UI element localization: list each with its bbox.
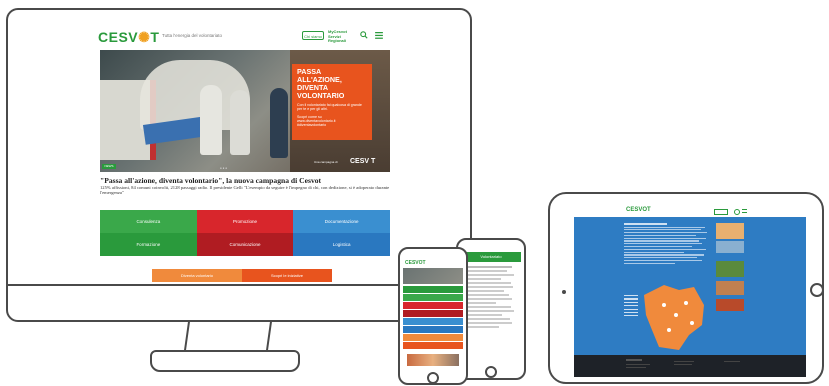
phone-menu-bars [403, 286, 463, 350]
tablet-side-image[interactable] [716, 261, 744, 277]
campaign-title: PASSA ALL'AZIONE, DIVENTA VOLONTARIO [297, 67, 345, 100]
search-icon[interactable] [734, 209, 740, 215]
tablet-header: CESVOT [574, 205, 806, 217]
phone-bar[interactable] [403, 294, 463, 301]
mycesvot-button[interactable]: MyCesvot Servizi Regionali [328, 29, 356, 44]
site-tagline: Tutta l'energia del volontariato [162, 33, 222, 38]
phone-left-screen: CESVOT [403, 258, 463, 368]
hamburger-menu-icon[interactable] [742, 209, 747, 213]
phone-left-logo[interactable]: CESVOT [405, 260, 426, 266]
tablet-side-image[interactable] [716, 241, 744, 253]
home-button-icon[interactable] [427, 372, 439, 384]
campaign-brand-tag: Una campagna di [314, 160, 338, 164]
phone-bar[interactable] [403, 302, 463, 309]
tablet-footer [574, 355, 806, 377]
phone-bar[interactable] [403, 326, 463, 333]
cesvot-logo[interactable]: CESV✺T [98, 29, 159, 46]
sun-icon: ✺ [138, 29, 151, 45]
volunteer-figure [270, 88, 288, 158]
phone-hero-image [403, 268, 463, 284]
phone-thumbnail-image [407, 354, 459, 366]
tablet-screen: CESVOT [574, 205, 806, 377]
phone-right-header: Volontariato [461, 252, 521, 262]
tablet-header-button[interactable] [714, 209, 728, 215]
desktop-screen: CESV✺T Tutta l'energia del volontariato … [20, 22, 464, 284]
hero-banner[interactable]: PASSA ALL'AZIONE, DIVENTA VOLONTARIO Con… [100, 50, 390, 172]
tablet-article-text [624, 223, 709, 265]
campaign-hashtag: #diventavolontario [297, 123, 327, 128]
tablet-home-button-icon[interactable] [810, 283, 824, 297]
services-grid: Consulenza Promozione Documentazione For… [100, 210, 390, 256]
tile-promozione[interactable]: Promozione [196, 210, 294, 233]
phone-bar[interactable] [403, 342, 463, 349]
hamburger-menu-icon[interactable] [375, 32, 383, 39]
tile-comunicazione[interactable]: Comunicazione [196, 233, 294, 256]
news-summary: 125% affissioni, 84 comuni coinvolti, 21… [100, 185, 390, 196]
cta-diventa-volontario[interactable]: Diventa volontario [152, 269, 242, 282]
tablet-province-list [624, 295, 638, 319]
site-header: CESV✺T Tutta l'energia del volontariato … [20, 22, 464, 46]
campaign-text: Con il volontariato fai qualcosa di gran… [297, 103, 362, 112]
phone-bar[interactable] [403, 334, 463, 341]
volunteer-figure [230, 90, 250, 155]
monitor-stand-base [150, 350, 300, 372]
phone-bar[interactable] [403, 318, 463, 325]
tablet-logo[interactable]: CESVOT [626, 207, 651, 213]
search-icon[interactable] [360, 31, 368, 39]
tablet-side-image[interactable] [716, 223, 744, 239]
campaign-card: PASSA ALL'AZIONE, DIVENTA VOLONTARIO Con… [292, 64, 372, 140]
monitor-stand-neck [183, 320, 273, 352]
cta-scopri-iniziative[interactable]: Scopri le iniziative [242, 269, 332, 282]
volunteer-figure [200, 85, 222, 155]
phone-right-screen: Volontariato [461, 252, 521, 364]
tile-consulenza[interactable]: Consulenza [100, 210, 197, 233]
campaign-brand: CESV T [350, 158, 376, 165]
chi-siamo-button[interactable]: Chi siamo [302, 31, 324, 40]
phone-bar[interactable] [403, 286, 463, 293]
tile-documentazione[interactable]: Documentazione [293, 210, 390, 233]
carousel-dots[interactable]: ● ● ● [220, 166, 227, 170]
news-badge: NEWS [102, 164, 116, 169]
news-headline[interactable]: "Passa all'azione, diventa volontario", … [100, 176, 321, 185]
tile-logistica[interactable]: Logistica [293, 233, 390, 256]
tablet-camera [562, 290, 566, 294]
tablet-side-image[interactable] [716, 281, 744, 295]
phone-bar[interactable] [403, 310, 463, 317]
home-button-icon[interactable] [485, 366, 497, 378]
tablet-side-image[interactable] [716, 299, 744, 311]
tile-formazione[interactable]: Formazione [100, 233, 197, 256]
